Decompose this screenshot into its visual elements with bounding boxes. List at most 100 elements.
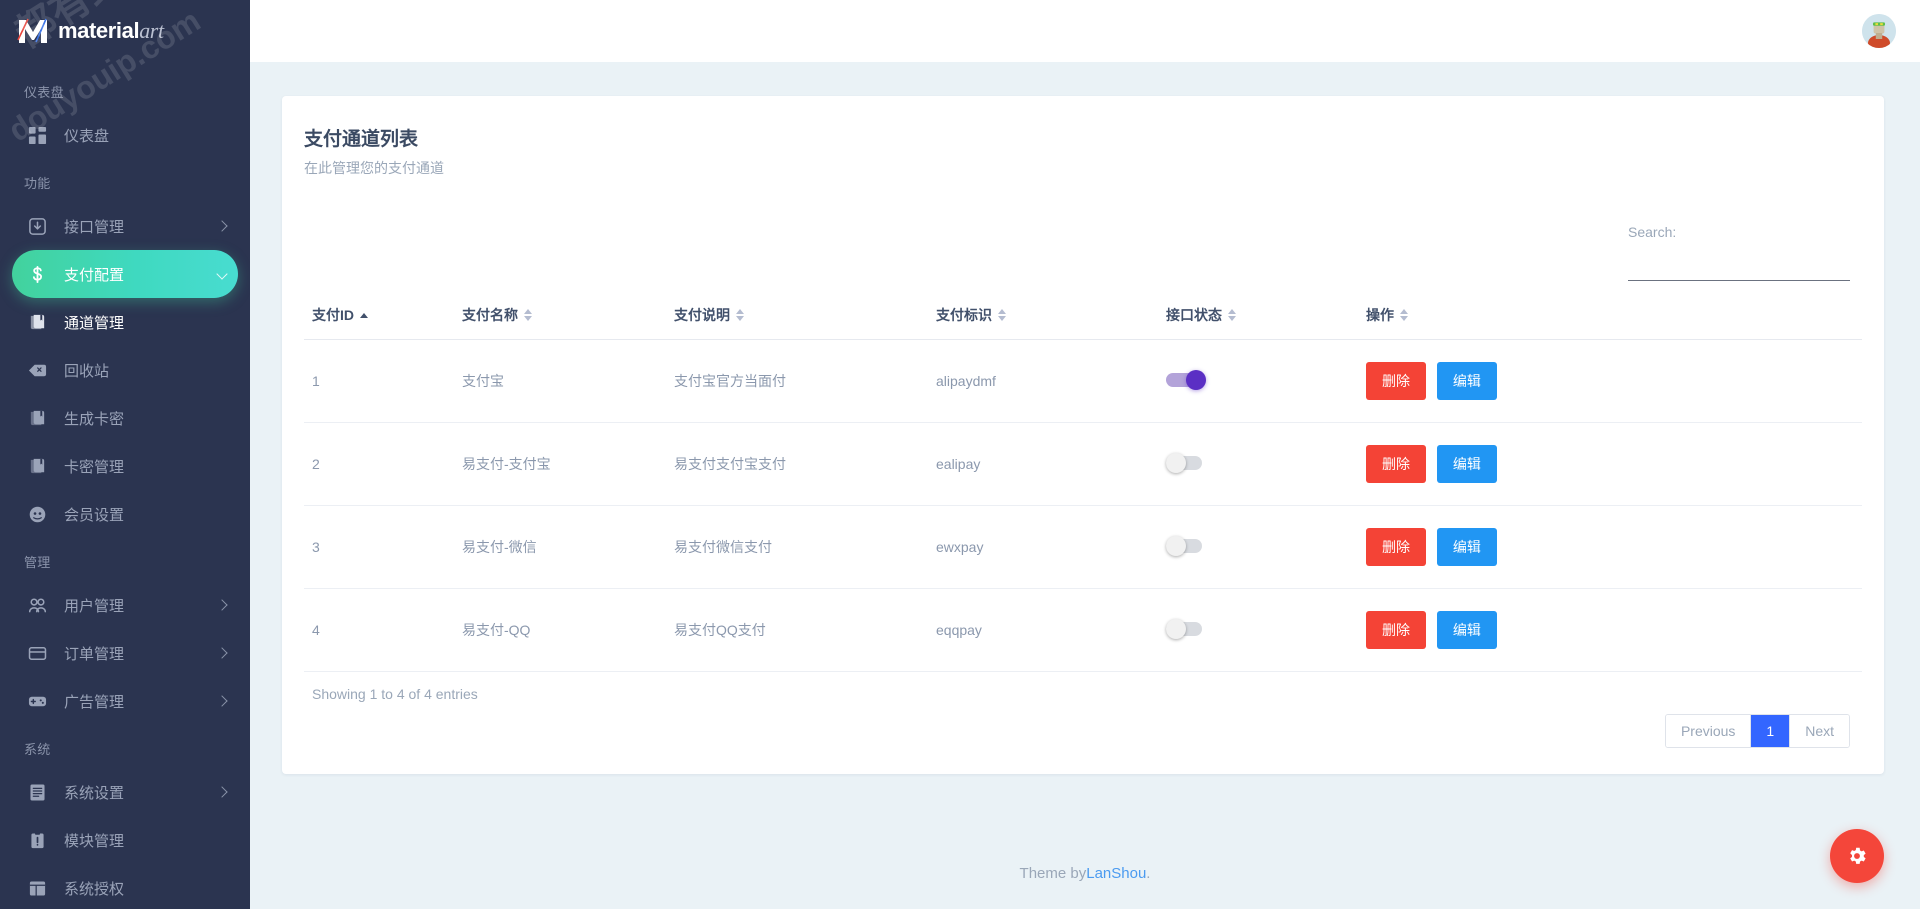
edit-button[interactable]: 编辑 [1436, 445, 1497, 483]
column-header-interface-status[interactable]: 接口状态 [1158, 305, 1358, 340]
cell-payment-ident: ealipay [928, 422, 1158, 506]
table-row: 4 易支付-QQ 易支付QQ支付 eqqpay 删除 编辑 [304, 588, 1862, 672]
sidebar-item-system-license[interactable]: 系统授权 [12, 864, 238, 909]
status-toggle[interactable] [1166, 369, 1212, 390]
cell-payment-desc: 易支付支付宝支付 [666, 422, 928, 506]
sidebar-item-interface-management[interactable]: 接口管理 [12, 202, 238, 250]
cell-payment-ident: alipaydmf [928, 339, 1158, 423]
cell-payment-ident: eqqpay [928, 588, 1158, 672]
status-toggle[interactable] [1166, 618, 1212, 639]
sidebar: materialart 仪表盘 仪表盘 功能 接口管理 支付配置 通道管理 回收… [0, 0, 250, 909]
search-label: Search: [1628, 224, 1677, 240]
footer-link[interactable]: LanShou [1086, 865, 1146, 882]
edit-button[interactable]: 编辑 [1436, 362, 1497, 400]
pagination-page-1[interactable]: 1 [1751, 715, 1791, 747]
status-toggle[interactable] [1166, 452, 1212, 473]
pagination-previous[interactable]: Previous [1665, 715, 1752, 747]
chevron-right-icon [216, 220, 228, 232]
column-header-payment-desc[interactable]: 支付说明 [666, 305, 928, 340]
column-label: 支付名称 [462, 307, 518, 323]
sort-icon [998, 309, 1006, 321]
sidebar-item-order-management[interactable]: 订单管理 [12, 629, 238, 677]
cell-payment-name: 易支付-支付宝 [454, 422, 666, 506]
search-input[interactable] [1628, 258, 1850, 281]
delete-button[interactable]: 删除 [1366, 611, 1426, 649]
cell-interface-status [1158, 505, 1358, 589]
sidebar-item-label: 广告管理 [64, 693, 125, 711]
sidebar-item-payment-config[interactable]: 支付配置 [12, 250, 238, 298]
main-area: 支付通道列表 在此管理您的支付通道 Search: 支付ID 支付名称 支付说明… [250, 0, 1920, 909]
footer-prefix: Theme by [1019, 864, 1087, 882]
delete-button[interactable]: 删除 [1366, 362, 1426, 400]
table-info: Showing 1 to 4 of 4 entries [312, 686, 478, 702]
cell-payment-desc: 易支付微信支付 [666, 505, 928, 589]
sidebar-item-label: 系统授权 [64, 880, 125, 898]
cell-interface-status [1158, 339, 1358, 423]
user-circle-icon [24, 501, 50, 527]
pagination-next[interactable]: Next [1790, 715, 1849, 747]
sort-icon [1228, 309, 1236, 321]
brand-logo[interactable]: materialart [0, 0, 250, 62]
sidebar-item-generate-card[interactable]: 生成卡密 [12, 394, 238, 442]
payment-channel-table: 支付ID 支付名称 支付说明 支付标识 接口状态 操作 1 支付宝 支付宝官方当… [304, 305, 1862, 672]
sidebar-item-recycle-bin[interactable]: 回收站 [12, 346, 238, 394]
column-header-payment-name[interactable]: 支付名称 [454, 305, 666, 340]
footer-suffix: . [1146, 864, 1151, 882]
book-icon [24, 405, 50, 431]
sidebar-nav: 仪表盘 仪表盘 功能 接口管理 支付配置 通道管理 回收站 生成卡密 卡密管理 … [0, 62, 250, 909]
topbar [250, 0, 1920, 62]
content-area: 支付通道列表 在此管理您的支付通道 Search: 支付ID 支付名称 支付说明… [250, 62, 1920, 837]
edit-button[interactable]: 编辑 [1436, 528, 1497, 566]
cell-actions: 删除 编辑 [1358, 339, 1862, 423]
status-toggle[interactable] [1166, 535, 1212, 556]
gear-icon [1850, 847, 1866, 864]
sidebar-item-label: 会员设置 [64, 506, 125, 524]
cell-payment-desc: 支付宝官方当面付 [666, 339, 928, 423]
cell-actions: 删除 编辑 [1358, 588, 1862, 672]
sidebar-item-label: 卡密管理 [64, 458, 125, 476]
sidebar-item-label: 系统设置 [64, 784, 125, 802]
column-label: 操作 [1366, 307, 1394, 323]
sidebar-item-user-management[interactable]: 用户管理 [12, 581, 238, 629]
sidebar-item-label: 支付配置 [64, 266, 125, 284]
delete-box-icon [24, 357, 50, 383]
sidebar-item-ad-management[interactable]: 广告管理 [12, 677, 238, 725]
book-icon [24, 309, 50, 335]
sidebar-item-label: 订单管理 [64, 645, 125, 663]
sort-ascending-icon [360, 312, 368, 318]
chevron-right-icon [216, 786, 228, 798]
cell-payment-id: 2 [304, 422, 454, 506]
delete-button[interactable]: 删除 [1366, 445, 1426, 483]
sidebar-item-label: 仪表盘 [64, 127, 110, 145]
column-header-actions[interactable]: 操作 [1358, 305, 1862, 340]
sidebar-item-system-settings[interactable]: 系统设置 [12, 768, 238, 816]
settings-fab-button[interactable] [1830, 829, 1884, 883]
sidebar-item-dashboard[interactable]: 仪表盘 [12, 111, 238, 159]
table-head: 支付ID 支付名称 支付说明 支付标识 接口状态 操作 [304, 305, 1862, 340]
user-avatar-icon [1862, 14, 1896, 48]
sidebar-item-card-management[interactable]: 卡密管理 [12, 442, 238, 490]
table-row: 1 支付宝 支付宝官方当面付 alipaydmf 删除 编辑 [304, 339, 1862, 423]
table-row: 2 易支付-支付宝 易支付支付宝支付 ealipay 删除 编辑 [304, 422, 1862, 506]
cell-actions: 删除 编辑 [1358, 505, 1862, 589]
column-header-payment-ident[interactable]: 支付标识 [928, 305, 1158, 340]
edit-button[interactable]: 编辑 [1436, 611, 1497, 649]
cell-payment-id: 1 [304, 339, 454, 423]
column-header-payment-id[interactable]: 支付ID [304, 305, 454, 340]
cell-interface-status [1158, 422, 1358, 506]
window-layout-icon [24, 875, 50, 901]
cell-payment-id: 3 [304, 505, 454, 589]
sidebar-item-member-settings[interactable]: 会员设置 [12, 490, 238, 538]
brand-name-bold: material [58, 18, 140, 43]
sidebar-item-module-management[interactable]: 模块管理 [12, 816, 238, 864]
nav-section-title-management: 管理 [24, 555, 51, 570]
footer: Theme by LanShou. [250, 837, 1920, 909]
app-root: materialart 仪表盘 仪表盘 功能 接口管理 支付配置 通道管理 回收… [0, 0, 1920, 909]
delete-button[interactable]: 删除 [1366, 528, 1426, 566]
sidebar-item-channel-management[interactable]: 通道管理 [12, 298, 238, 346]
column-label: 接口状态 [1166, 307, 1222, 323]
nav-section-title-dashboard: 仪表盘 [24, 85, 64, 100]
pagination: Previous 1 Next [304, 714, 1862, 748]
sort-icon [524, 309, 532, 321]
avatar[interactable] [1862, 14, 1896, 48]
